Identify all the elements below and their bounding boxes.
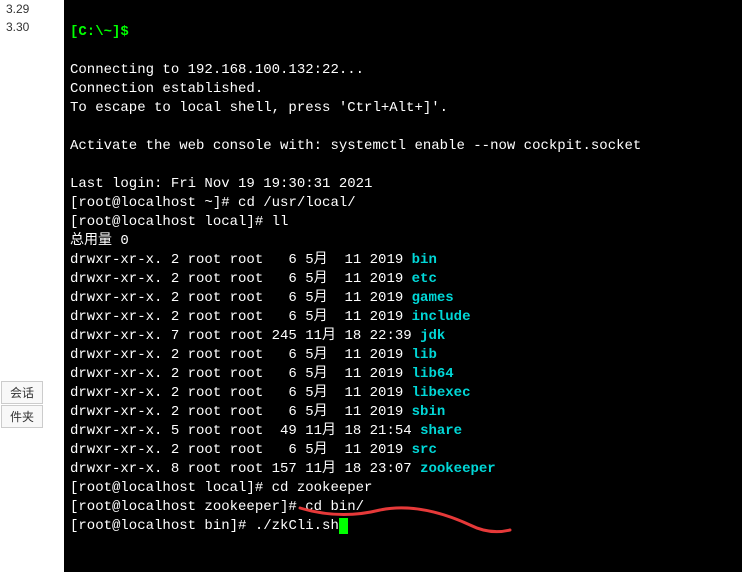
prompt-2: [root@localhost local]# (70, 214, 263, 230)
activate-line: Activate the web console with: systemctl… (70, 138, 641, 154)
dir-name: libexec (412, 385, 471, 401)
cmd-3: cd zookeeper (263, 480, 372, 496)
ls-row: drwxr-xr-x. 5 root root 49 11月 18 21:54 … (70, 423, 462, 439)
dir-name: include (412, 309, 471, 325)
cmd-5: ./zkCli.sh (246, 518, 338, 534)
ls-row: drwxr-xr-x. 7 root root 245 11月 18 22:39… (70, 328, 445, 344)
prompt-5: [root@localhost bin]# (70, 518, 246, 534)
dir-name: sbin (412, 404, 446, 420)
dir-name: zookeeper (420, 461, 496, 477)
escape-line: To escape to local shell, press 'Ctrl+Al… (70, 100, 448, 116)
prompt-3: [root@localhost local]# (70, 480, 263, 496)
ls-row: drwxr-xr-x. 2 root root 6 5月 11 2019 bin (70, 252, 437, 268)
dir-name: etc (412, 271, 437, 287)
ls-row: drwxr-xr-x. 2 root root 6 5月 11 2019 inc… (70, 309, 470, 325)
last-login: Last login: Fri Nov 19 19:30:31 2021 (70, 176, 372, 192)
sidebar-text-1: 3.29 (0, 0, 64, 18)
prompt-1: [root@localhost ~]# (70, 195, 230, 211)
ls-row: drwxr-xr-x. 2 root root 6 5月 11 2019 gam… (70, 290, 454, 306)
ls-row: drwxr-xr-x. 2 root root 6 5月 11 2019 etc (70, 271, 437, 287)
cmd-1: cd /usr/local/ (230, 195, 356, 211)
ls-row: drwxr-xr-x. 2 root root 6 5月 11 2019 lib (70, 347, 437, 363)
dir-name: lib64 (412, 366, 454, 382)
left-sidebar: 3.29 3.30 会话 件夹 (0, 0, 64, 572)
sidebar-text-2: 3.30 (0, 18, 64, 36)
dir-name: games (412, 290, 454, 306)
connecting-line: Connecting to 192.168.100.132:22... (70, 62, 364, 78)
dir-name: share (420, 423, 462, 439)
total-line: 总用量 0 (70, 233, 129, 249)
terminal[interactable]: [C:\~]$ Connecting to 192.168.100.132:22… (64, 0, 742, 572)
dir-name: bin (412, 252, 437, 268)
dir-name: lib (412, 347, 437, 363)
cmd-2: ll (263, 214, 288, 230)
local-prompt: [C:\~]$ (70, 24, 129, 40)
established-line: Connection established. (70, 81, 263, 97)
sidebar-session[interactable]: 会话 (1, 381, 43, 404)
dir-name: jdk (420, 328, 445, 344)
ls-row: drwxr-xr-x. 2 root root 6 5月 11 2019 lib… (70, 385, 470, 401)
ls-row: drwxr-xr-x. 2 root root 6 5月 11 2019 lib… (70, 366, 454, 382)
ls-row: drwxr-xr-x. 2 root root 6 5月 11 2019 src (70, 442, 437, 458)
ls-row: drwxr-xr-x. 2 root root 6 5月 11 2019 sbi… (70, 404, 445, 420)
ls-row: drwxr-xr-x. 8 root root 157 11月 18 23:07… (70, 461, 496, 477)
sidebar-folder[interactable]: 件夹 (1, 405, 43, 428)
cmd-4: cd bin/ (297, 499, 364, 515)
dir-name: src (412, 442, 437, 458)
prompt-4: [root@localhost zookeeper]# (70, 499, 297, 515)
cursor-icon (339, 518, 348, 534)
